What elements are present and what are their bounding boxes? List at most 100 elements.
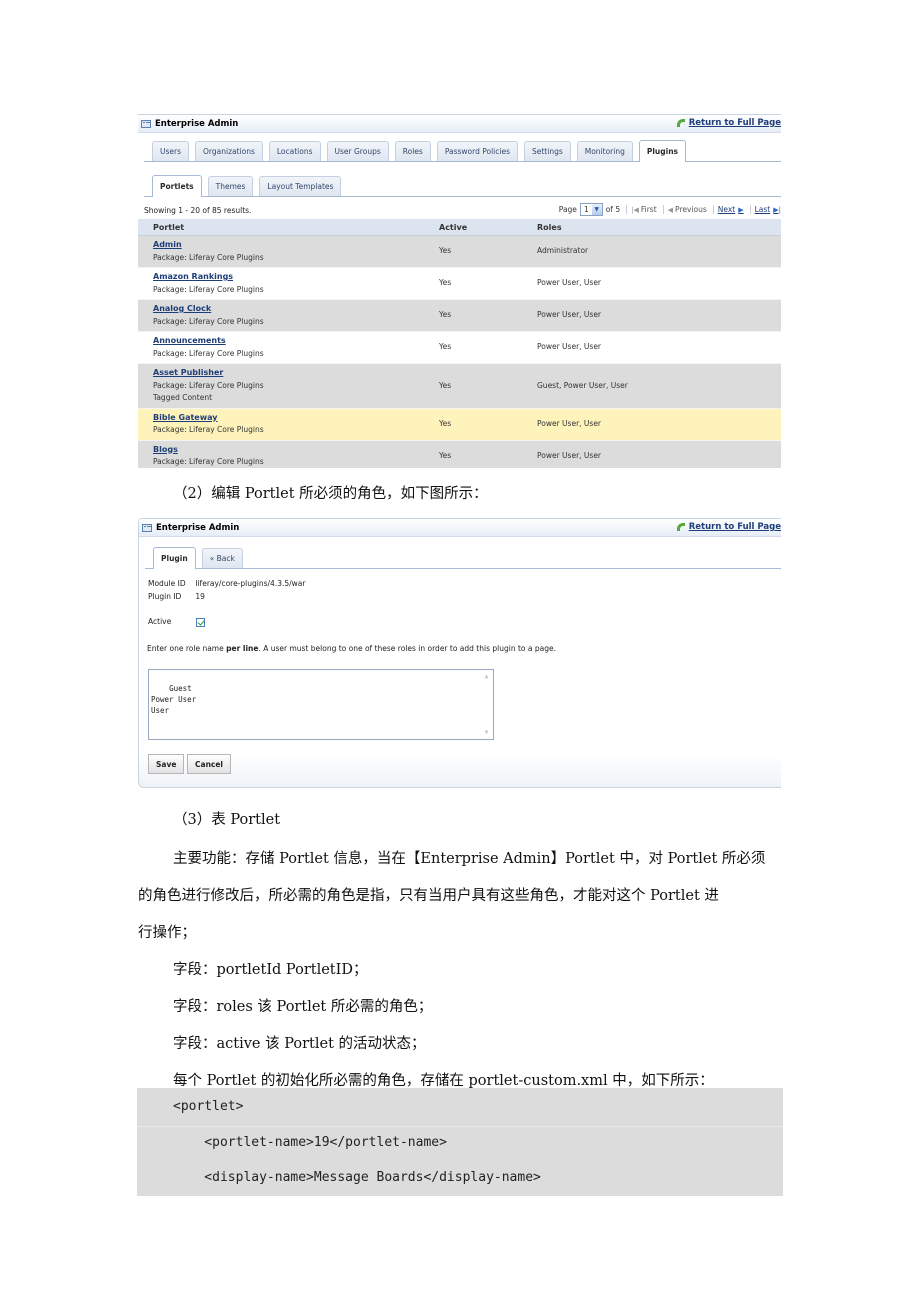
portlet-package: Package: Liferay Core Plugins [153, 457, 264, 466]
tab-roles[interactable]: Roles [394, 141, 431, 161]
paragraph-line: 主要功能：存储 Portlet 信息，当在【Enterprise Admin】P… [173, 851, 766, 867]
roles-hint: Enter one role name per line. A user mus… [147, 644, 556, 653]
active-checkbox[interactable] [196, 617, 206, 627]
column-header-roles[interactable]: Roles [537, 219, 781, 236]
caption-edit-roles: （2）编辑 Portlet 所必须的角色，如下图所示： [173, 486, 488, 502]
portlet-name-link[interactable]: Announcements [153, 335, 439, 348]
portlet-name-link[interactable]: Bible Gateway [153, 412, 439, 425]
cell-active: Yes [439, 299, 537, 332]
subtab-themes[interactable]: Themes [207, 176, 254, 196]
next-page-link[interactable]: Next ▶ [712, 205, 744, 214]
portlet-titlebar: Enterprise Admin Return to Full Page [138, 114, 781, 133]
results-count: Showing 1 - 20 of 85 results. [144, 206, 252, 215]
tab-locations[interactable]: Locations [268, 141, 321, 161]
first-page-icon: |◀ [631, 205, 639, 214]
portlet-package: Package: Liferay Core Plugins [153, 252, 264, 262]
table-row: Analog Clock Package: Liferay Core Plugin… [138, 299, 781, 332]
subtab-layout-templates[interactable]: Layout Templates [259, 176, 342, 196]
return-to-full-page-link[interactable]: Return to Full Page [676, 522, 781, 532]
table-row: Admin Package: Liferay Core Plugins Yes Adm… [138, 235, 781, 268]
return-arrow-icon [676, 523, 685, 531]
cell-active: Yes [439, 440, 537, 468]
table-row: Blogs Package: Liferay Core Plugins Yes Pow… [138, 440, 781, 468]
portlet-title: Enterprise Admin [156, 522, 240, 533]
portlet-name-link[interactable]: Analog Clock [153, 303, 439, 316]
save-button[interactable]: Save [148, 754, 185, 774]
portlet-package: Package: Liferay Core Plugins [153, 348, 264, 358]
paragraph-line: 的角色进行修改后，所必需的角色是指，只有当用户具有这些角色，才能对这个 Port… [138, 888, 719, 904]
cell-active: Yes [439, 235, 537, 268]
return-arrow-icon [676, 119, 685, 127]
tab-settings[interactable]: Settings [523, 141, 571, 161]
column-header-portlet[interactable]: Portlet [138, 219, 439, 236]
cell-roles: Power User, User [537, 440, 781, 468]
active-row: Active [148, 617, 206, 627]
portlet-window-icon [141, 119, 151, 128]
tab-users[interactable]: Users [152, 141, 190, 161]
roles-textarea[interactable]: Guest Power User User ▲ ▼ [148, 669, 494, 740]
previous-page-button[interactable]: ◀ Previous [662, 205, 707, 214]
first-page-button[interactable]: |◀ First [626, 205, 657, 214]
portlet-package: Package: Liferay Core Plugins [153, 380, 264, 390]
portlet-title: Enterprise Admin [155, 118, 239, 129]
code-intro: 每个 Portlet 的初始化所必需的角色，存储在 portlet-custom… [173, 1073, 714, 1089]
scroll-down-icon[interactable]: ▼ [485, 727, 489, 738]
tab-monitoring[interactable]: Monitoring [576, 141, 633, 161]
last-page-link[interactable]: Last ▶| [749, 205, 781, 214]
cell-portlet: Admin Package: Liferay Core Plugins [138, 235, 439, 268]
cell-active: Yes [439, 408, 537, 441]
active-label: Active [148, 617, 172, 626]
portlet-name-link[interactable]: Amazon Rankings [153, 271, 439, 284]
plugin-tabs: Plugin « Back [145, 544, 781, 569]
cell-roles: Power User, User [537, 267, 781, 300]
tab-plugin[interactable]: Plugin [153, 547, 196, 569]
portlet-name-link[interactable]: Admin [153, 239, 439, 252]
cell-portlet: Bible Gateway Package: Liferay Core Plugi… [138, 408, 439, 441]
column-header-active[interactable]: Active [439, 219, 537, 236]
plugin-type-tabs: Portlets Themes Layout Templates [144, 172, 781, 197]
cell-active: Yes [439, 363, 537, 409]
portlet-name-link[interactable]: Blogs [153, 444, 439, 457]
portlet-category: Tagged Content [153, 393, 213, 402]
cell-portlet: Blogs Package: Liferay Core Plugins [138, 440, 439, 468]
cell-active: Yes [439, 267, 537, 300]
scroll-up-icon[interactable]: ▲ [485, 671, 489, 682]
portlet-window-icon [142, 523, 152, 532]
code-block: <portlet> <portlet-name>19</portlet-name… [137, 1088, 783, 1196]
module-id-row: Module ID liferay/core-plugins/4.3.5/war [148, 579, 305, 588]
table-header-row: Portlet Active Roles [138, 219, 781, 236]
pagination: Page 1 ▼ of 5 |◀ First ◀ Previous Next ▶… [559, 203, 781, 216]
enterprise-admin-plugins-portlet: Enterprise Admin Return to Full Page Use… [138, 114, 781, 468]
tab-plugins[interactable]: Plugins [638, 140, 687, 162]
field-active: 字段：active 该 Portlet 的活动状态； [173, 1036, 426, 1052]
next-page-icon: ▶ [738, 205, 744, 214]
portlet-name-link[interactable]: Asset Publisher [153, 367, 439, 380]
module-id-value: liferay/core-plugins/4.3.5/war [195, 579, 306, 588]
cell-portlet: Announcements Package: Liferay Core Plugi… [138, 331, 439, 364]
portlets-table: Portlet Active Roles Admin Package: Lifer… [138, 219, 781, 468]
tab-organizations[interactable]: Organizations [195, 141, 263, 161]
previous-page-icon: ◀ [667, 205, 674, 214]
tab-user-groups[interactable]: User Groups [326, 141, 389, 161]
page-count: of 5 [605, 205, 621, 214]
last-page-icon: ▶| [773, 205, 781, 214]
plugin-id-value: 19 [195, 592, 205, 601]
subtab-portlets[interactable]: Portlets [152, 175, 202, 197]
field-portletid: 字段：portletId PortletID； [173, 962, 368, 978]
textarea-scrollbar[interactable]: ▲ ▼ [481, 671, 492, 738]
portlet-package: Package: Liferay Core Plugins [153, 316, 264, 326]
cell-portlet: Asset Publisher Package: Liferay Core Plu… [138, 363, 439, 409]
tab-password-policies[interactable]: Password Policies [436, 141, 518, 161]
cell-roles: Power User, User [537, 299, 781, 332]
page-label: Page [558, 205, 577, 214]
portlet-titlebar: Enterprise Admin Return to Full Page [139, 519, 781, 537]
cell-roles: Power User, User [537, 408, 781, 441]
table-row: Amazon Rankings Package: Liferay Core Plu… [138, 267, 781, 300]
cancel-button[interactable]: Cancel [187, 754, 232, 774]
chevron-down-icon: ▼ [591, 204, 602, 215]
return-to-full-page-link[interactable]: Return to Full Page [676, 118, 781, 128]
page-select[interactable]: 1 ▼ [579, 203, 603, 216]
tab-back[interactable]: « Back [201, 548, 243, 568]
cell-roles: Administrator [537, 235, 781, 268]
portlet-package: Package: Liferay Core Plugins [153, 284, 264, 294]
